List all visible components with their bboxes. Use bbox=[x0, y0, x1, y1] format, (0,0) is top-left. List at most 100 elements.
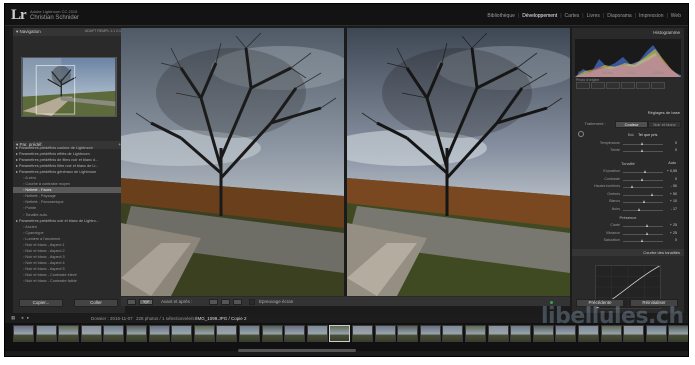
slider-value[interactable]: - 50 bbox=[671, 184, 677, 188]
radial-filter-icon[interactable] bbox=[636, 82, 650, 89]
slider-row: Température 0 bbox=[575, 141, 681, 147]
slider-knob[interactable] bbox=[641, 239, 644, 242]
slider-knob[interactable] bbox=[643, 170, 646, 173]
slider-value[interactable]: + 25 bbox=[670, 223, 677, 227]
preset-label: Netteté - Paysage bbox=[25, 194, 56, 199]
preset-label: Cyanotype bbox=[25, 230, 44, 235]
navigator-header[interactable]: ▾ Navigation ADAPT REMPL 1:1 2:1 bbox=[13, 28, 125, 36]
slider-value[interactable]: - 17 bbox=[671, 207, 677, 211]
filmstrip-thumbnail[interactable] bbox=[35, 325, 57, 342]
swap-before-after-icon[interactable] bbox=[233, 299, 242, 305]
filmstrip-thumbnail[interactable] bbox=[261, 325, 283, 342]
slider-value[interactable]: 0 bbox=[675, 148, 677, 152]
slider-label: Hautes lumières bbox=[594, 184, 620, 188]
slider-knob[interactable] bbox=[646, 231, 649, 235]
module-tab[interactable]: Impression bbox=[636, 13, 666, 19]
navigator-zoom-options[interactable]: ADAPT REMPL 1:1 2:1 bbox=[85, 29, 121, 33]
filmstrip-thumbnail[interactable] bbox=[442, 325, 464, 342]
grid-view-icon[interactable]: ▦ bbox=[11, 315, 15, 321]
wb-value[interactable]: Tel que pris bbox=[638, 133, 657, 137]
before-image[interactable] bbox=[121, 28, 344, 296]
slider-value[interactable]: 0 bbox=[675, 177, 677, 181]
zoom-1-1[interactable]: 1:1 bbox=[110, 29, 115, 33]
navigator-preview[interactable] bbox=[21, 57, 117, 117]
filmstrip-thumbnail[interactable] bbox=[465, 325, 486, 342]
after-image[interactable] bbox=[347, 28, 570, 296]
filmstrip-thumbnail[interactable] bbox=[510, 325, 532, 342]
slider-track[interactable] bbox=[623, 233, 663, 235]
module-tab[interactable]: Diaporama bbox=[604, 13, 634, 19]
tone-auto-button[interactable]: Auto bbox=[668, 161, 676, 165]
histogram-title[interactable]: Histogramme bbox=[653, 30, 680, 35]
copy-after-to-before-icon[interactable] bbox=[221, 299, 230, 305]
spot-removal-tool-icon[interactable] bbox=[591, 82, 605, 89]
paste-button[interactable]: Coller bbox=[74, 299, 118, 307]
filmstrip-thumbnail[interactable] bbox=[306, 325, 328, 342]
white-balance-eyedropper-icon[interactable] bbox=[578, 131, 584, 137]
nav-back-icon[interactable]: ◂ bbox=[21, 315, 23, 321]
filmstrip-thumbnail[interactable] bbox=[216, 325, 238, 342]
module-tab[interactable]: Développement bbox=[519, 13, 560, 19]
filmstrip-thumbnail[interactable] bbox=[352, 325, 373, 342]
filmstrip-thumbnail[interactable] bbox=[103, 325, 125, 342]
filmstrip-thumbnail[interactable] bbox=[13, 325, 34, 342]
slider-track[interactable] bbox=[623, 226, 663, 227]
filmstrip-thumbnail[interactable] bbox=[126, 325, 147, 342]
filmstrip-scrollbar[interactable] bbox=[238, 349, 356, 352]
filmstrip-thumbnail[interactable] bbox=[148, 325, 170, 342]
curve-header[interactable]: Courbe des tonalités bbox=[572, 249, 684, 256]
filmstrip-thumbnail[interactable] bbox=[193, 325, 215, 342]
filmstrip-thumbnail[interactable] bbox=[397, 325, 419, 342]
adjustment-brush-icon[interactable] bbox=[651, 82, 665, 89]
slider-track[interactable] bbox=[623, 187, 663, 188]
treatment-bw[interactable]: Noir et blanc bbox=[648, 121, 681, 128]
slider-value[interactable]: 0 bbox=[675, 238, 677, 242]
module-tab[interactable]: Livres bbox=[584, 13, 603, 19]
loupe-view-icon[interactable] bbox=[127, 299, 136, 305]
slider-value[interactable]: + 10 bbox=[670, 199, 677, 203]
crop-tool-icon[interactable] bbox=[576, 82, 590, 89]
folder-source-label[interactable]: Dossier : 2016-11-07 bbox=[91, 316, 133, 321]
preset-item[interactable]: ▫ Noir et blanc - Contraste faible bbox=[13, 278, 125, 284]
slider-value[interactable]: + 0,55 bbox=[667, 169, 677, 173]
slider-knob[interactable] bbox=[651, 192, 654, 196]
zoom-fit[interactable]: ADAPT bbox=[85, 29, 97, 33]
slider-track[interactable] bbox=[623, 209, 663, 211]
slider-knob[interactable] bbox=[646, 224, 649, 227]
filmstrip-thumbnail[interactable] bbox=[487, 325, 509, 342]
slider-knob[interactable] bbox=[631, 185, 634, 188]
nav-forward-icon[interactable]: ▸ bbox=[27, 315, 29, 321]
slider-knob[interactable] bbox=[643, 200, 646, 203]
filmstrip-thumbnail[interactable] bbox=[284, 325, 306, 342]
zoom-fill[interactable]: REMPL bbox=[97, 29, 109, 33]
slider-row: Clarté + 25 bbox=[575, 223, 681, 229]
preset-label: Lumière à l'ancienne bbox=[25, 236, 61, 241]
filmstrip-thumbnail[interactable] bbox=[80, 325, 102, 342]
slider-value[interactable]: + 50 bbox=[670, 192, 677, 196]
graduated-filter-icon[interactable] bbox=[621, 82, 635, 89]
filmstrip-thumbnail[interactable] bbox=[374, 325, 396, 342]
slider-knob[interactable] bbox=[637, 207, 640, 211]
basic-title[interactable]: Réglages de base bbox=[648, 110, 680, 115]
slider-knob[interactable] bbox=[641, 142, 644, 145]
slider-knob[interactable] bbox=[641, 149, 644, 152]
filmstrip-thumbnail[interactable] bbox=[58, 325, 80, 342]
copy-button[interactable]: Copier... bbox=[19, 299, 63, 307]
filmstrip-thumbnail[interactable] bbox=[419, 325, 441, 342]
slider-knob[interactable] bbox=[641, 177, 644, 181]
copy-before-to-after-icon[interactable] bbox=[209, 299, 218, 305]
filmstrip-thumbnail[interactable] bbox=[239, 325, 260, 342]
slider-value[interactable]: 0 bbox=[675, 141, 677, 145]
softproof-checkbox[interactable] bbox=[249, 299, 255, 305]
slider-track[interactable] bbox=[623, 194, 663, 196]
filmstrip-thumbnail[interactable] bbox=[329, 325, 351, 342]
module-tab[interactable]: Web bbox=[668, 13, 684, 19]
slider-value[interactable]: + 25 bbox=[670, 231, 677, 235]
module-tab[interactable]: Cartes bbox=[562, 13, 583, 19]
slider-label: Contraste bbox=[604, 176, 620, 181]
module-tab[interactable]: Bibliothèque bbox=[484, 13, 518, 19]
treatment-color[interactable]: Couleur bbox=[615, 121, 649, 128]
red-eye-tool-icon[interactable] bbox=[606, 82, 620, 89]
filmstrip-thumbnail[interactable] bbox=[171, 325, 193, 342]
before-after-mode-button[interactable]: Y|Y bbox=[139, 299, 153, 305]
